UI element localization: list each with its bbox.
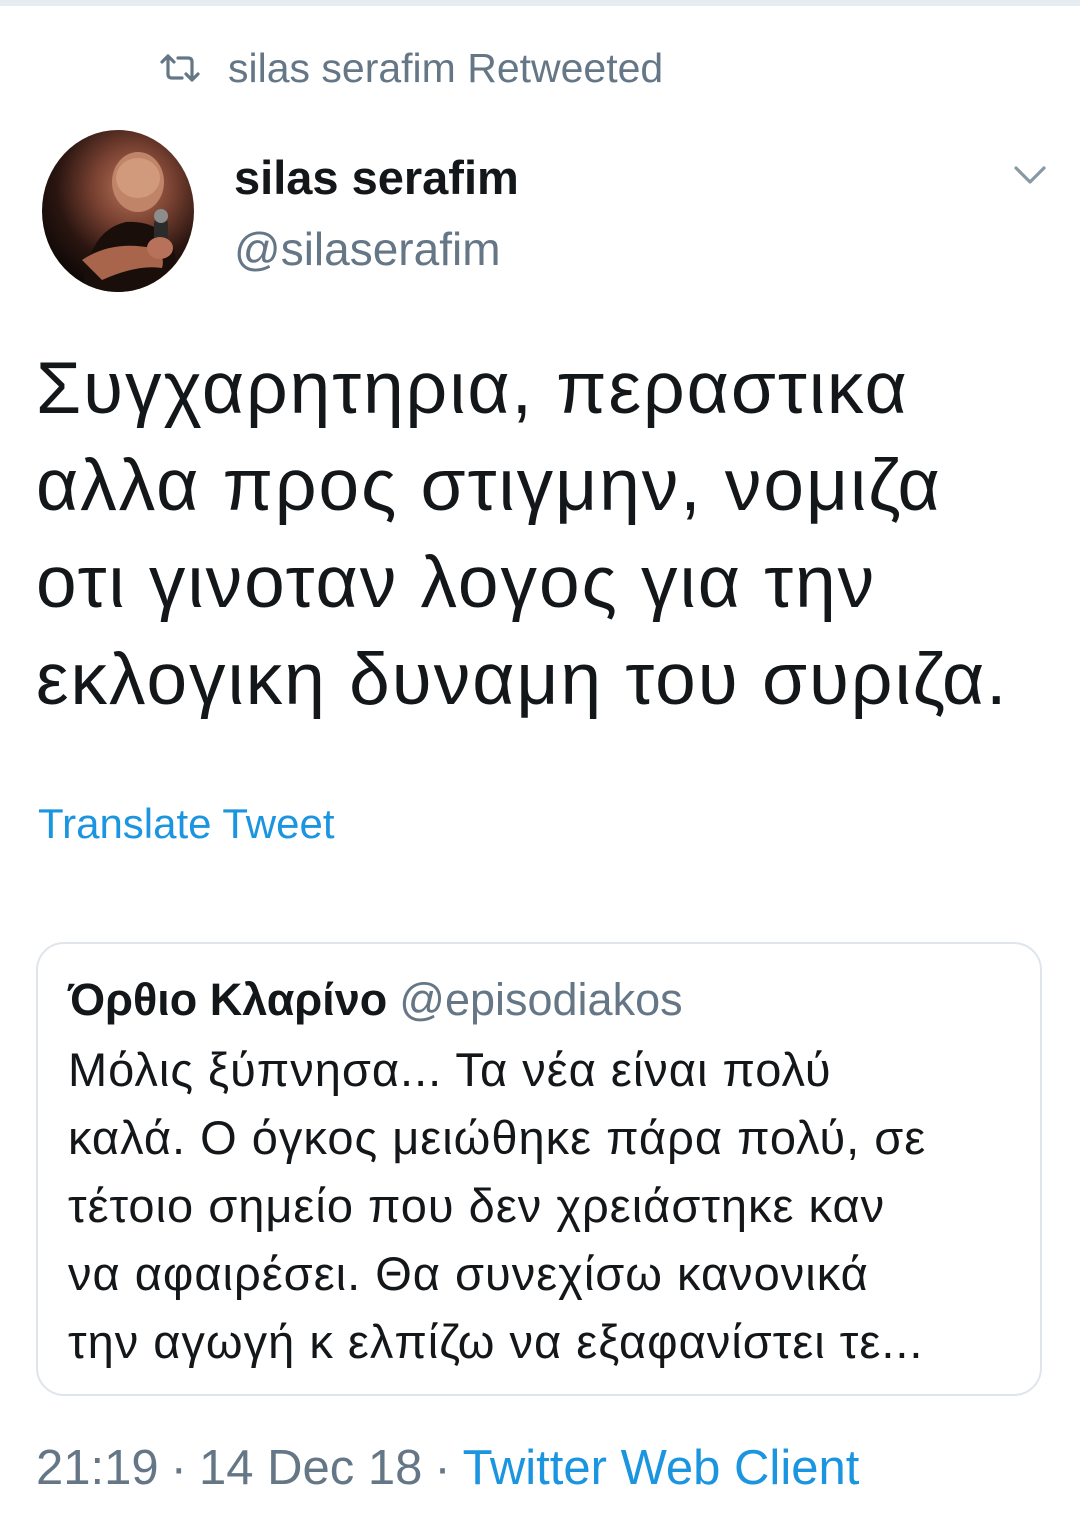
tweet-source-client[interactable]: Twitter Web Client <box>463 1441 860 1495</box>
quoted-tweet-text: Μόλις ξύπνησα... Τα νέα είναι πολύ καλά.… <box>68 1036 1028 1376</box>
author-display-name[interactable]: silas serafim <box>234 150 519 205</box>
meta-separator: · <box>434 1441 451 1495</box>
tweet-text-line: Συγχαρητηρια, περαστικα <box>36 348 909 429</box>
retweet-icon <box>160 52 200 84</box>
translate-tweet-link[interactable]: Translate Tweet <box>38 800 334 848</box>
tweet-date[interactable]: 14 Dec 18 <box>199 1441 422 1495</box>
author-avatar[interactable] <box>42 130 194 292</box>
tweet-menu-button[interactable] <box>1010 160 1050 190</box>
tweet-text-line: αλλα προς στιγμην, νομιζα <box>36 445 942 526</box>
quoted-text-line: την αγωγή κ ελπίζω να εξαφανίστει τε... <box>68 1315 924 1368</box>
quoted-text-line: καλά. Ο όγκος μειώθηκε πάρα πολύ, σε <box>68 1111 927 1164</box>
quoted-text-line: να αφαιρέσει. Θα συνεχίσω κανονικά <box>68 1247 869 1300</box>
tweet-time[interactable]: 21:19 <box>36 1441 159 1495</box>
top-divider <box>0 0 1080 6</box>
avatar-photo <box>82 152 182 292</box>
retweet-context[interactable]: silas serafim Retweeted <box>160 40 663 96</box>
quoted-text-line: Μόλις ξύπνησα... Τα νέα είναι πολύ <box>68 1043 832 1096</box>
tweet-text: Συγχαρητηρια, περαστικα αλλα προς στιγμη… <box>36 340 1056 728</box>
tweet-text-line: οτι γινοταν λογος για την <box>36 542 877 623</box>
chevron-down-icon <box>1014 166 1046 184</box>
retweet-label: silas serafim Retweeted <box>228 44 664 91</box>
tweet-text-line: εκλογικη δυναμη του συριζα. <box>36 639 1009 720</box>
tweet-meta: 21:19 · 14 Dec 18 · Twitter Web Client <box>36 1440 859 1496</box>
author-handle[interactable]: @silaserafim <box>234 222 501 276</box>
quoted-author-handle: @episodiakos <box>399 974 683 1025</box>
quoted-author-name: Όρθιο Κλαρίνο <box>68 974 388 1025</box>
meta-separator: · <box>170 1441 187 1495</box>
quoted-tweet-card[interactable]: Όρθιο Κλαρίνο @episodiakos Μόλις ξύπνησα.… <box>36 942 1042 1396</box>
quoted-tweet-header: Όρθιο Κλαρίνο @episodiakos <box>68 974 683 1026</box>
quoted-text-line: τέτοιο σημείο που δεν χρειάστηκε καν <box>68 1179 886 1232</box>
